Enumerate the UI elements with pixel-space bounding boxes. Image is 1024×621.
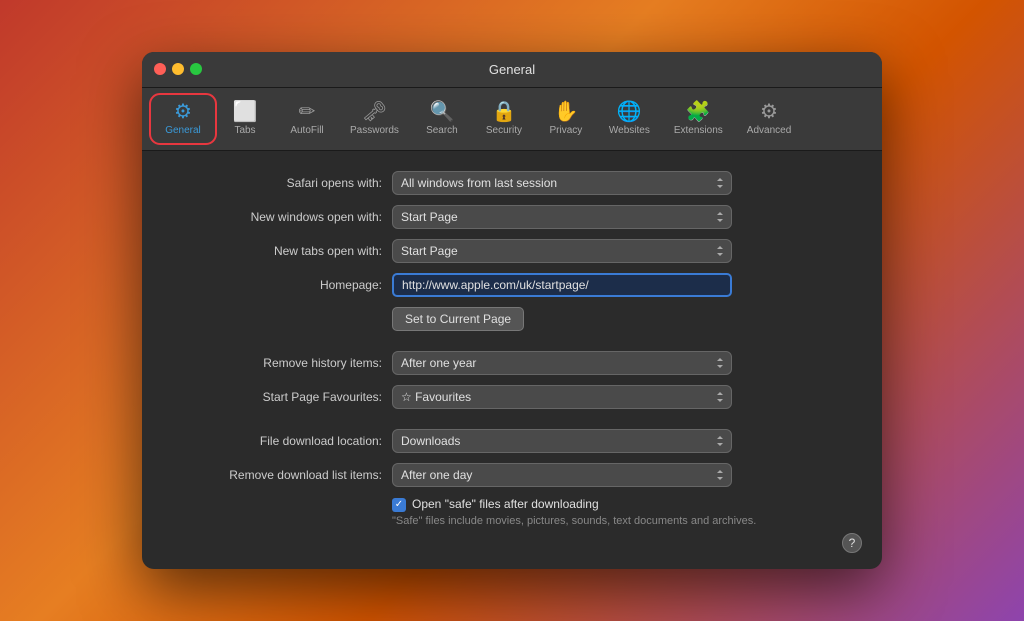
set-current-button[interactable]: Set to Current Page [392,307,524,331]
new-tabs-control: Start Page [392,239,732,263]
advanced-icon: ⚙ [760,102,778,122]
homepage-control [392,273,732,297]
new-tabs-select[interactable]: Start Page [392,239,732,263]
set-current-row: Set to Current Page [172,307,852,331]
safari-opens-row: Safari opens with: All windows from last… [172,171,852,195]
tab-tabs[interactable]: ⬜ Tabs [214,96,276,142]
remove-history-control: After one year [392,351,732,375]
remove-history-select[interactable]: After one year [392,351,732,375]
homepage-label: Homepage: [172,278,392,292]
toolbar: ⚙ General ⬜ Tabs ✏ AutoFill 🗝 Passwords … [142,88,882,151]
safari-opens-label: Safari opens with: [172,176,392,190]
start-page-fav-select[interactable]: ☆ Favourites [392,385,732,409]
new-windows-control: Start Page [392,205,732,229]
new-windows-select[interactable]: Start Page [392,205,732,229]
autofill-label: AutoFill [290,125,323,136]
homepage-row: Homepage: [172,273,852,297]
general-label: General [165,125,201,136]
new-windows-label: New windows open with: [172,210,392,224]
remove-download-row: Remove download list items: After one da… [172,463,852,487]
file-download-control: Downloads [392,429,732,453]
new-windows-row: New windows open with: Start Page [172,205,852,229]
autofill-icon: ✏ [299,102,316,122]
safari-opens-select[interactable]: All windows from last session [392,171,732,195]
window-title: General [489,62,535,77]
advanced-label: Advanced [747,125,791,136]
new-tabs-label: New tabs open with: [172,244,392,258]
remove-download-select[interactable]: After one day [392,463,732,487]
titlebar: General [142,52,882,88]
tab-autofill[interactable]: ✏ AutoFill [276,96,338,142]
tab-advanced[interactable]: ⚙ Advanced [735,96,803,142]
file-download-row: File download location: Downloads [172,429,852,453]
remove-download-control: After one day [392,463,732,487]
passwords-icon: 🗝 [362,102,387,122]
tabs-label: Tabs [234,125,255,136]
checkmark-icon: ✓ [395,500,403,510]
open-safe-text: Open "safe" files after downloading [412,497,599,511]
close-button[interactable] [154,63,166,75]
passwords-label: Passwords [350,125,399,136]
extensions-icon: 🧩 [686,102,711,122]
tab-privacy[interactable]: ✋ Privacy [535,96,597,142]
security-icon: 🔒 [491,102,516,122]
search-label: Search [426,125,458,136]
homepage-input[interactable] [392,273,732,297]
open-safe-checkbox[interactable]: ✓ [392,498,406,512]
file-download-label: File download location: [172,434,392,448]
privacy-icon: ✋ [553,102,578,122]
search-icon: 🔍 [429,102,454,122]
safari-preferences-window: General ⚙ General ⬜ Tabs ✏ AutoFill 🗝 Pa… [142,52,882,569]
security-label: Security [486,125,522,136]
start-page-fav-control: ☆ Favourites [392,385,732,409]
websites-label: Websites [609,125,650,136]
tab-search[interactable]: 🔍 Search [411,96,473,142]
new-tabs-row: New tabs open with: Start Page [172,239,852,263]
tab-passwords[interactable]: 🗝 Passwords [338,96,411,142]
tab-general[interactable]: ⚙ General [152,96,214,142]
open-safe-label[interactable]: ✓ Open "safe" files after downloading [392,497,599,512]
general-icon: ⚙ [174,102,192,122]
open-safe-subtext: "Safe" files include movies, pictures, s… [392,514,852,529]
start-page-fav-row: Start Page Favourites: ☆ Favourites [172,385,852,409]
traffic-lights [154,63,202,75]
minimize-button[interactable] [172,63,184,75]
help-button[interactable]: ? [842,533,862,553]
extensions-label: Extensions [674,125,723,136]
remove-history-label: Remove history items: [172,356,392,370]
remove-history-row: Remove history items: After one year [172,351,852,375]
tab-security[interactable]: 🔒 Security [473,96,535,142]
privacy-label: Privacy [550,125,583,136]
file-download-select[interactable]: Downloads [392,429,732,453]
open-safe-row: ✓ Open "safe" files after downloading [392,497,852,512]
maximize-button[interactable] [190,63,202,75]
remove-download-label: Remove download list items: [172,468,392,482]
websites-icon: 🌐 [617,102,642,122]
tab-extensions[interactable]: 🧩 Extensions [662,96,735,142]
safari-opens-control: All windows from last session [392,171,732,195]
tabs-icon: ⬜ [233,102,258,122]
tab-websites[interactable]: 🌐 Websites [597,96,662,142]
content-area: Safari opens with: All windows from last… [142,151,882,569]
start-page-fav-label: Start Page Favourites: [172,390,392,404]
